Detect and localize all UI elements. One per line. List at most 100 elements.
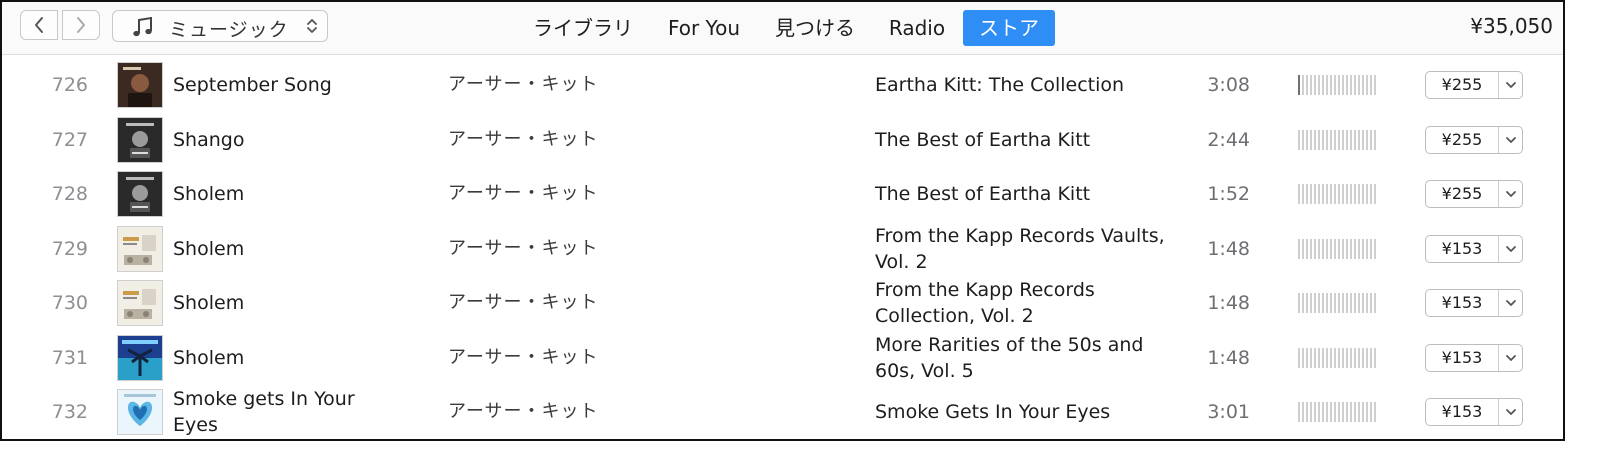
back-button[interactable] [20,10,58,40]
track-title[interactable]: Shango [173,127,244,153]
chevron-down-icon [1505,409,1516,415]
track-album[interactable]: The Best of Eartha Kitt [875,181,1090,207]
track-album[interactable]: From the Kapp Records Vaults, Vol. 2 [875,223,1165,275]
track-duration: 1:48 [1207,292,1250,314]
track-number: 730 [51,292,88,314]
chevron-down-icon [1505,300,1516,306]
popularity-meter [1298,402,1378,422]
updown-chevron-icon [307,19,317,33]
chevron-down-icon [1505,354,1516,361]
popularity-meter [1298,293,1378,313]
popularity-fill [1298,75,1302,95]
track-duration: 1:48 [1207,346,1250,369]
track-album[interactable]: Smoke Gets In Your Eyes [875,399,1110,425]
buy-price-button[interactable]: ¥255 [1425,180,1523,208]
price-label[interactable]: ¥255 [1426,72,1498,98]
price-menu-button[interactable] [1499,290,1522,316]
track-title[interactable]: Sholem [173,290,244,316]
track-duration: 1:52 [1207,183,1250,205]
tab-browse[interactable]: 見つける [772,10,858,46]
track-album[interactable]: From the Kapp Records Collection, Vol. 2 [875,277,1165,329]
chevron-down-icon [1505,82,1516,88]
chevron-down-icon [1505,191,1516,197]
media-kind-selector[interactable]: ミュージック [112,10,328,42]
music-note-icon [133,16,152,37]
track-number: 732 [51,401,88,423]
track-artist[interactable]: アーサー・キット [448,167,599,221]
popularity-meter [1298,347,1378,368]
buy-price-button[interactable]: ¥153 [1425,234,1523,263]
track-artist[interactable]: アーサー・キット [448,276,599,330]
buy-price-button[interactable]: ¥153 [1425,398,1523,426]
track-number: 728 [51,183,88,205]
track-duration: 3:01 [1207,401,1250,423]
track-row[interactable]: 732 Smoke gets In Your Eyes アーサー・キット Smoke … [2,385,1563,439]
track-title[interactable]: Sholem [173,181,244,207]
price-menu-button[interactable] [1499,399,1522,425]
track-row[interactable]: 731 Sholem アーサー・キット More Rarities of the 50… [2,331,1563,385]
track-title[interactable]: September Song [173,72,332,98]
price-label[interactable]: ¥153 [1426,399,1498,425]
track-artist[interactable]: アーサー・キット [448,222,599,276]
track-album[interactable]: Eartha Kitt: The Collection [875,72,1124,98]
track-title[interactable]: Sholem [173,345,244,371]
price-label[interactable]: ¥255 [1426,181,1498,207]
track-row[interactable]: 726 September Song アーサー・キット Eartha Kitt: Th… [2,58,1563,112]
price-label[interactable]: ¥153 [1426,236,1498,262]
price-label[interactable]: ¥255 [1426,127,1498,153]
track-row[interactable]: 727 Shango アーサー・キット The Best of Eartha Kitt… [2,113,1563,167]
chevron-down-icon [1505,245,1516,252]
price-label[interactable]: ¥153 [1426,290,1498,316]
buy-price-button[interactable]: ¥255 [1425,125,1523,154]
tab-for-you[interactable]: For You [662,10,746,46]
buy-price-button[interactable]: ¥255 [1425,71,1523,99]
popularity-meter [1298,238,1378,259]
tab-library[interactable]: ライブラリ [531,10,635,46]
track-number: 729 [51,237,88,260]
price-menu-button[interactable] [1499,345,1522,371]
track-artist[interactable]: アーサー・キット [448,331,599,385]
album-artwork[interactable] [117,225,163,272]
album-artwork[interactable] [117,116,163,163]
price-menu-button[interactable] [1499,127,1522,153]
account-balance: ¥35,050 [1470,14,1553,38]
track-row[interactable]: 729 Sholem アーサー・キット From the Kapp Records V… [2,222,1563,276]
chevron-right-icon [77,17,85,33]
chevron-down-icon [1505,136,1516,143]
buy-price-button[interactable]: ¥153 [1425,289,1523,317]
forward-button[interactable] [62,10,100,40]
track-title[interactable]: Smoke gets In Your Eyes [173,386,403,438]
track-row[interactable]: 728 Sholem アーサー・キット The Best of Eartha Kitt… [2,167,1563,221]
track-artist[interactable]: アーサー・キット [448,113,599,167]
track-duration: 3:08 [1207,74,1250,96]
popularity-meter [1298,75,1378,95]
track-album[interactable]: The Best of Eartha Kitt [875,127,1090,153]
tab-radio[interactable]: Radio [885,10,949,46]
album-artwork[interactable] [117,334,163,381]
toolbar: ミュージック ライブラリ For You 見つける Radio ストア ¥35,… [2,2,1563,55]
album-artwork[interactable] [117,389,163,435]
track-title[interactable]: Sholem [173,236,244,262]
popularity-meter [1298,184,1378,204]
track-artist[interactable]: アーサー・キット [448,58,599,112]
track-duration: 1:48 [1207,237,1250,260]
price-label[interactable]: ¥153 [1426,345,1498,371]
price-menu-button[interactable] [1499,72,1522,98]
media-kind-label: ミュージック [169,19,289,41]
buy-price-button[interactable]: ¥153 [1425,343,1523,372]
price-menu-button[interactable] [1499,236,1522,262]
itunes-window: ミュージック ライブラリ For You 見つける Radio ストア ¥35,… [0,0,1565,441]
track-number: 727 [51,128,88,151]
track-number: 731 [51,346,88,369]
album-artwork[interactable] [117,62,163,108]
track-duration: 2:44 [1207,128,1250,151]
album-artwork[interactable] [117,280,163,326]
price-menu-button[interactable] [1499,181,1522,207]
chevron-left-icon [35,17,43,33]
album-artwork[interactable] [117,171,163,217]
track-album[interactable]: More Rarities of the 50s and 60s, Vol. 5 [875,332,1165,384]
tab-store[interactable]: ストア [963,10,1055,46]
track-row[interactable]: 730 Sholem アーサー・キット From the Kapp Records C… [2,276,1563,330]
popularity-meter [1298,129,1378,150]
track-artist[interactable]: アーサー・キット [448,385,599,439]
